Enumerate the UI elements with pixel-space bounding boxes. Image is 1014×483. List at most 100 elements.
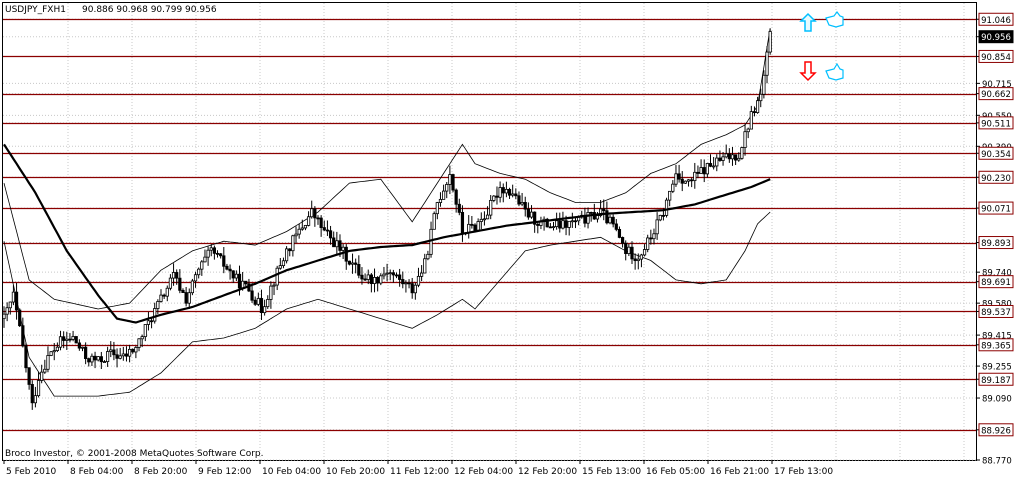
candle bbox=[507, 187, 512, 199]
candle bbox=[602, 199, 606, 221]
candle bbox=[438, 192, 443, 207]
candle bbox=[674, 164, 678, 187]
candle-body bbox=[686, 179, 691, 182]
price-chart[interactable]: 91.04690.95690.85490.71590.66290.55090.5… bbox=[0, 0, 1014, 479]
candle bbox=[74, 336, 78, 344]
candle bbox=[121, 346, 125, 361]
candle-body bbox=[555, 220, 559, 228]
candle bbox=[715, 154, 719, 172]
candle bbox=[215, 250, 220, 258]
price-label: 89.691 bbox=[981, 278, 1011, 288]
candle-body bbox=[382, 273, 386, 277]
hand-pointer-icon bbox=[825, 62, 844, 81]
candle-body bbox=[454, 189, 458, 205]
candle bbox=[335, 231, 339, 256]
candle bbox=[153, 302, 157, 324]
candle-body bbox=[291, 235, 295, 252]
candle-body bbox=[71, 336, 75, 340]
candle bbox=[71, 330, 75, 342]
candle-body bbox=[131, 348, 135, 353]
candle-body bbox=[341, 246, 345, 251]
candle bbox=[137, 338, 141, 352]
candle-body bbox=[658, 214, 662, 221]
candle-body bbox=[332, 237, 336, 248]
candle-body bbox=[250, 290, 254, 301]
candle-body bbox=[746, 128, 750, 133]
candle-body bbox=[74, 336, 78, 344]
candle bbox=[344, 244, 348, 270]
candle-body bbox=[724, 153, 728, 158]
candle-body bbox=[181, 289, 185, 293]
candle-body bbox=[171, 272, 176, 279]
candle bbox=[143, 324, 147, 342]
time-label: 10 Feb 04:00 bbox=[262, 467, 321, 477]
candle-body bbox=[642, 249, 647, 256]
candle-body bbox=[33, 395, 38, 404]
candle bbox=[394, 272, 399, 279]
candle-body bbox=[514, 193, 518, 197]
candle bbox=[379, 273, 383, 286]
candle bbox=[407, 279, 411, 289]
candle-body bbox=[212, 247, 216, 254]
time-axis: 5 Feb 2010 8 Feb 04:00 8 Feb 20:00 9 Feb 12… bbox=[0, 460, 977, 479]
candle-body bbox=[322, 227, 326, 231]
candle bbox=[482, 211, 487, 226]
candle-body bbox=[200, 261, 204, 270]
candle-body bbox=[316, 217, 320, 220]
ohlc-label: 90.886 90.968 90.799 90.956 bbox=[82, 5, 217, 15]
candle-body bbox=[187, 292, 191, 304]
candle bbox=[165, 285, 169, 302]
candle-body bbox=[752, 111, 757, 114]
candle bbox=[219, 253, 223, 259]
candle bbox=[18, 308, 22, 327]
candle bbox=[410, 277, 414, 299]
candle bbox=[115, 348, 119, 368]
candle-body bbox=[536, 223, 540, 226]
candle bbox=[46, 346, 50, 373]
candle-body bbox=[498, 187, 502, 198]
candle-body bbox=[649, 237, 653, 240]
candle bbox=[668, 190, 672, 207]
candle bbox=[109, 341, 113, 358]
candle-body bbox=[435, 202, 439, 215]
candle-body bbox=[523, 202, 527, 210]
candle bbox=[134, 345, 138, 359]
candle-body bbox=[473, 224, 477, 231]
candle-body bbox=[734, 154, 738, 161]
candle bbox=[690, 177, 694, 188]
time-label: 8 Feb 20:00 bbox=[134, 467, 188, 477]
candle bbox=[96, 356, 100, 362]
candle-body bbox=[715, 157, 719, 167]
candle bbox=[489, 195, 493, 220]
candle-body bbox=[65, 338, 69, 341]
candle-body bbox=[350, 262, 355, 265]
candle bbox=[284, 246, 289, 264]
candle-body bbox=[2, 313, 6, 320]
candle bbox=[275, 265, 279, 291]
candle bbox=[413, 282, 417, 300]
price-label: 89.090 bbox=[982, 395, 1012, 405]
candle-body bbox=[87, 358, 91, 363]
candle-body bbox=[206, 249, 210, 258]
candle-body bbox=[482, 218, 487, 221]
candle bbox=[423, 253, 427, 274]
candle bbox=[266, 295, 270, 309]
candle bbox=[658, 214, 662, 222]
candle bbox=[178, 269, 182, 294]
candle bbox=[40, 364, 44, 384]
candle-body bbox=[319, 217, 323, 228]
candle-body bbox=[420, 272, 424, 277]
candle bbox=[131, 348, 135, 354]
candle-body bbox=[451, 174, 455, 191]
candle-body bbox=[416, 275, 421, 286]
horizontal-levels bbox=[3, 18, 976, 432]
candle bbox=[646, 234, 650, 253]
candle-body bbox=[36, 380, 41, 397]
candle-body bbox=[605, 210, 609, 224]
candle-body bbox=[68, 338, 72, 341]
candle-body bbox=[96, 356, 100, 361]
candle-body bbox=[284, 248, 289, 262]
candle bbox=[511, 184, 515, 198]
candle-body bbox=[705, 163, 709, 175]
chart-window[interactable]: 91.04690.95690.85490.71590.66290.55090.5… bbox=[0, 0, 1014, 479]
